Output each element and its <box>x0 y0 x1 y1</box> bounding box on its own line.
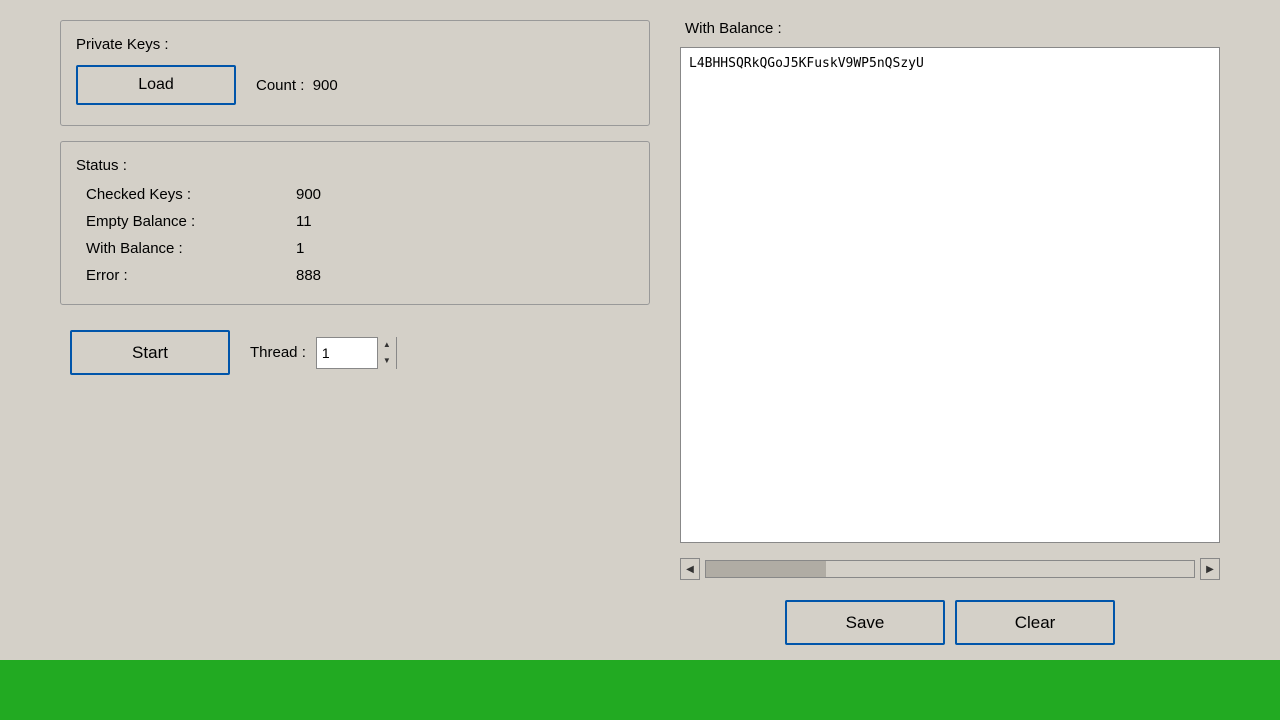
empty-balance-row: Empty Balance : 11 <box>86 213 634 230</box>
checked-keys-row: Checked Keys : 900 <box>86 186 634 203</box>
scrollbar-row: ◀ ▶ <box>680 553 1220 585</box>
spin-up-button[interactable]: ▲ <box>378 337 396 353</box>
private-keys-section: Private Keys : Load Count : 900 <box>60 20 650 126</box>
spin-buttons: ▲ ▼ <box>377 337 396 369</box>
progress-bar <box>0 660 1280 720</box>
action-buttons: Save Clear <box>680 595 1220 650</box>
thread-input-wrapper: ▲ ▼ <box>316 337 397 369</box>
scrollbar-track[interactable] <box>705 560 1195 578</box>
spin-down-button[interactable]: ▼ <box>378 353 396 369</box>
status-section: Status : Checked Keys : 900 Empty Balanc… <box>60 141 650 305</box>
with-balance-label: With Balance : <box>86 240 296 257</box>
right-panel: With Balance : L4BHHSQRkQGoJ5KFuskV9WP5n… <box>680 20 1220 650</box>
clear-button[interactable]: Clear <box>955 600 1115 645</box>
with-balance-row: With Balance : 1 <box>86 240 634 257</box>
thread-input[interactable] <box>317 338 377 368</box>
scroll-right-arrow[interactable]: ▶ <box>1200 558 1220 580</box>
thread-control: Thread : ▲ ▼ <box>250 337 397 369</box>
thread-label: Thread : <box>250 344 306 361</box>
start-button[interactable]: Start <box>70 330 230 375</box>
text-display-container: L4BHHSQRkQGoJ5KFuskV9WP5nQSzyU <box>680 47 1220 543</box>
status-title: Status : <box>76 157 634 174</box>
scrollbar-thumb[interactable] <box>706 561 826 577</box>
left-panel: Private Keys : Load Count : 900 Status :… <box>60 20 650 650</box>
checked-keys-value: 900 <box>296 186 321 203</box>
status-rows: Checked Keys : 900 Empty Balance : 11 Wi… <box>76 186 634 284</box>
empty-balance-label: Empty Balance : <box>86 213 296 230</box>
empty-balance-value: 11 <box>296 213 312 230</box>
private-keys-title: Private Keys : <box>76 36 634 53</box>
error-value: 888 <box>296 267 321 284</box>
count-label: Count : 900 <box>256 77 338 94</box>
save-button[interactable]: Save <box>785 600 945 645</box>
checked-keys-label: Checked Keys : <box>86 186 296 203</box>
error-label: Error : <box>86 267 296 284</box>
bottom-controls: Start Thread : ▲ ▼ <box>60 330 650 375</box>
private-keys-row: Load Count : 900 <box>76 65 634 105</box>
load-button[interactable]: Load <box>76 65 236 105</box>
with-balance-value: 1 <box>296 240 304 257</box>
scroll-left-arrow[interactable]: ◀ <box>680 558 700 580</box>
with-balance-textarea[interactable]: L4BHHSQRkQGoJ5KFuskV9WP5nQSzyU <box>681 48 1219 542</box>
error-row: Error : 888 <box>86 267 634 284</box>
with-balance-title: With Balance : <box>680 20 1220 37</box>
